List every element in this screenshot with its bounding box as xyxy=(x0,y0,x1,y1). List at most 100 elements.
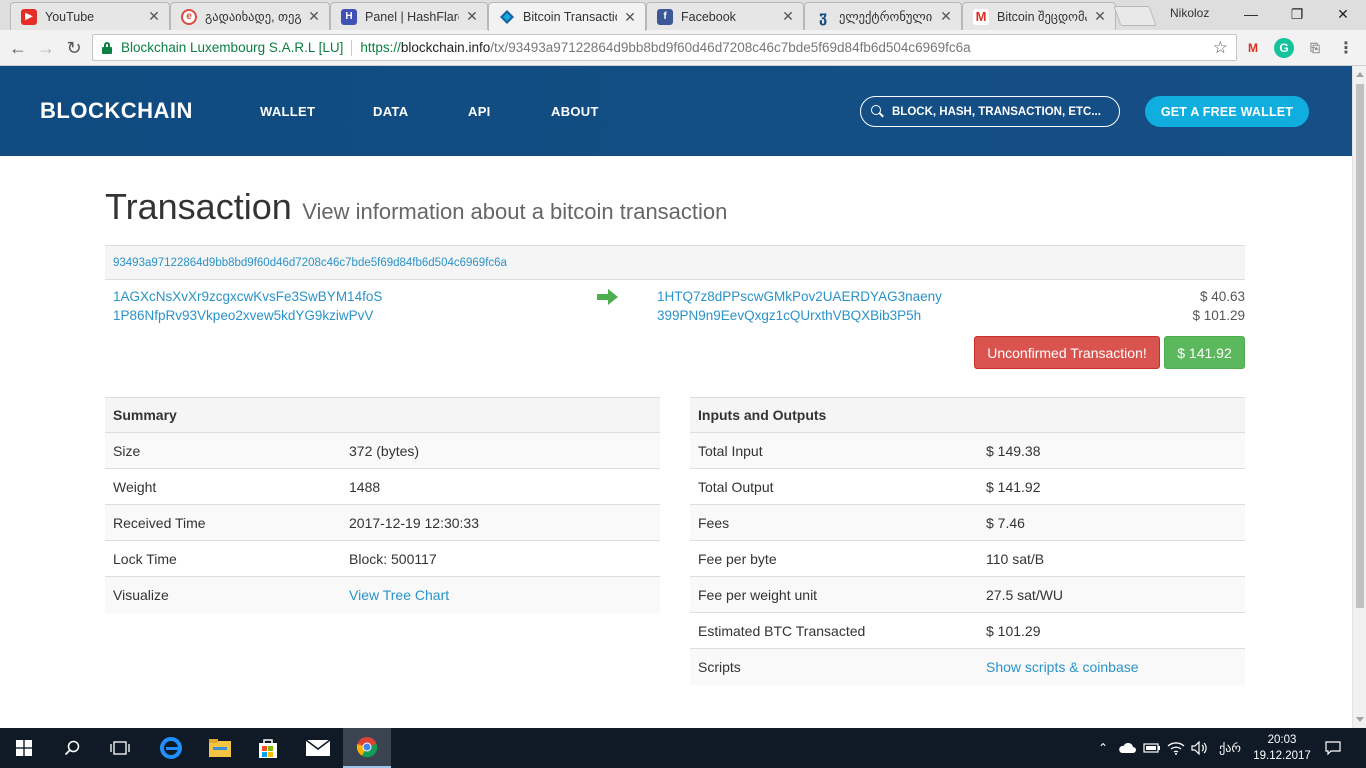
notifications-icon[interactable] xyxy=(1320,728,1346,768)
io-value: $ 149.38 xyxy=(986,442,1041,459)
pdf-extension-icon[interactable]: ⎘ xyxy=(1305,38,1325,58)
tab-label: Panel | HashFlare ( xyxy=(365,9,459,24)
io-value: 27.5 sat/WU xyxy=(986,586,1064,603)
scroll-down-icon[interactable] xyxy=(1356,717,1364,722)
window-close-icon[interactable]: ✕ xyxy=(1320,0,1366,28)
search-engine-icon: e xyxy=(181,8,197,25)
tab-gmail[interactable]: M Bitcoin შეცდომა ✕ xyxy=(962,2,1116,30)
reload-icon[interactable]: ↻ xyxy=(62,36,86,60)
page-title: Transaction View information about a bit… xyxy=(105,186,727,228)
scroll-up-icon[interactable] xyxy=(1356,72,1364,77)
bookmark-star-icon[interactable]: ☆ xyxy=(1213,38,1228,58)
transaction-box: 93493a97122864d9bb8bd9f60d46d7208c46c7bd… xyxy=(105,245,1245,390)
address-bar[interactable]: Blockchain Luxembourg S.A.R.L [LU] https… xyxy=(92,34,1237,61)
tab-facebook[interactable]: f Facebook ✕ xyxy=(646,2,804,30)
summary-key: Lock Time xyxy=(113,550,177,567)
total-amount-button[interactable]: $ 141.92 xyxy=(1164,336,1245,369)
close-icon[interactable]: ✕ xyxy=(623,9,637,26)
browser-toolbar: ← → ↻ Blockchain Luxembourg S.A.R.L [LU]… xyxy=(0,30,1366,66)
search-input[interactable] xyxy=(892,105,1102,118)
store-icon[interactable] xyxy=(244,728,292,768)
table-row: Visualize View Tree Chart xyxy=(105,577,660,613)
chrome-taskbar-icon[interactable] xyxy=(343,728,391,768)
battery-icon[interactable] xyxy=(1142,728,1162,768)
output-address[interactable]: 1HTQ7z8dPPscwGMkPov2UAERDYAG3naeny xyxy=(657,289,942,304)
io-value: $ 7.46 xyxy=(986,514,1025,531)
transaction-hash-link[interactable]: 93493a97122864d9bb8bd9f60d46d7208c46c7bd… xyxy=(113,257,507,269)
tab-bitcoin-transaction[interactable]: Bitcoin Transactio ✕ xyxy=(488,2,646,31)
nav-data[interactable]: DATA xyxy=(373,104,408,119)
summary-value: 1488 xyxy=(349,478,381,495)
close-icon[interactable]: ✕ xyxy=(781,8,795,25)
tab-hashflare[interactable]: H Panel | HashFlare ( ✕ xyxy=(330,2,488,30)
search-icon[interactable] xyxy=(48,728,96,768)
table-row: Weight 1488 xyxy=(105,469,660,505)
io-heading: Inputs and Outputs xyxy=(690,397,1245,433)
summary-heading: Summary xyxy=(105,397,660,433)
profile-name[interactable]: Nikoloz xyxy=(1170,6,1209,20)
tab-search[interactable]: e გადაიხადე, თეგ ✕ xyxy=(170,2,330,30)
mail-icon[interactable] xyxy=(294,728,342,768)
nav-api[interactable]: API xyxy=(468,104,491,119)
clock-date: 19.12.2017 xyxy=(1253,750,1311,762)
io-key: Total Output xyxy=(698,478,774,495)
windows-start-icon[interactable] xyxy=(0,728,48,768)
page-title-main: Transaction xyxy=(105,186,292,227)
input-address[interactable]: 1AGXcNsXvXr9zcgxcwKvsFe3SwBYM14foS xyxy=(113,289,382,304)
io-key: Total Input xyxy=(698,442,763,459)
io-value: $ 101.29 xyxy=(986,622,1041,639)
summary-key: Visualize xyxy=(113,587,169,603)
file-explorer-icon[interactable] xyxy=(196,728,244,768)
show-scripts-link[interactable]: Show scripts & coinbase xyxy=(986,659,1139,675)
edge-browser-icon[interactable] xyxy=(147,728,195,768)
output-amount: $ 101.29 xyxy=(1192,308,1245,323)
minimize-icon[interactable]: — xyxy=(1228,0,1274,28)
get-free-wallet-button[interactable]: GET A FREE WALLET xyxy=(1145,96,1309,127)
table-row: Scripts Show scripts & coinbase xyxy=(690,649,1245,685)
summary-value: 2017-12-19 12:30:33 xyxy=(349,514,479,531)
tray-chevron-up-icon[interactable]: ⌃ xyxy=(1095,728,1111,768)
system-clock[interactable]: 20:03 19.12.2017 xyxy=(1252,732,1312,764)
nav-about[interactable]: ABOUT xyxy=(551,104,599,119)
site-logo[interactable]: BLOCKCHAIN xyxy=(40,98,193,124)
url-path: /tx/93493a97122864d9bb8bd9f60d46d7208c46… xyxy=(490,40,971,55)
input-language[interactable]: ქარ xyxy=(1214,728,1246,768)
nav-wallet[interactable]: WALLET xyxy=(260,104,315,119)
task-view-icon[interactable] xyxy=(96,728,144,768)
io-key: Fees xyxy=(698,514,730,531)
close-icon[interactable]: ✕ xyxy=(465,8,479,25)
summary-value: 372 (bytes) xyxy=(349,442,420,459)
site-header: BLOCKCHAIN WALLET DATA API ABOUT GET A F… xyxy=(0,66,1352,156)
input-address[interactable]: 1P86NfpRv93Vkpeo2xvew5kdYG9kziwPvV xyxy=(113,308,373,323)
io-value: $ 141.92 xyxy=(986,478,1041,495)
restore-icon[interactable]: ❐ xyxy=(1274,0,1320,28)
blockchain-icon xyxy=(499,9,515,25)
tab-label: ელექტრონული xyxy=(839,10,933,24)
onedrive-cloud-icon[interactable] xyxy=(1117,728,1137,768)
tab-youtube[interactable]: ▶ YouTube ✕ xyxy=(10,2,170,30)
volume-icon[interactable] xyxy=(1190,728,1210,768)
back-arrow-icon[interactable]: ← xyxy=(6,36,30,60)
close-icon[interactable]: ✕ xyxy=(307,8,321,25)
windows-taskbar: ⌃ ქარ 20:03 19.12.2017 xyxy=(0,728,1366,768)
page-subtitle: View information about a bitcoin transac… xyxy=(302,199,728,224)
arrow-right-icon xyxy=(597,289,619,305)
chrome-menu-icon[interactable]: ⋮ xyxy=(1336,38,1356,58)
table-row: Received Time 2017-12-19 12:30:33 xyxy=(105,505,660,541)
scrollbar-thumb[interactable] xyxy=(1356,84,1364,608)
output-address[interactable]: 399PN9n9EevQxgz1cQUrxthVBQXBib3P5h xyxy=(657,308,921,323)
tab-gov-services[interactable]: ჳ ელექტრონული ✕ xyxy=(804,2,962,30)
forward-arrow-icon[interactable]: → xyxy=(34,36,58,60)
unconfirmed-transaction-button[interactable]: Unconfirmed Transaction! xyxy=(974,336,1160,369)
view-tree-chart-link[interactable]: View Tree Chart xyxy=(349,587,449,603)
wifi-icon[interactable] xyxy=(1166,728,1186,768)
site-search[interactable] xyxy=(860,96,1120,127)
new-tab-button[interactable] xyxy=(1113,6,1157,26)
close-icon[interactable]: ✕ xyxy=(939,8,953,25)
page-content: Transaction View information about a bit… xyxy=(0,156,1352,728)
gmail-extension-icon[interactable]: M xyxy=(1243,38,1263,58)
page-scrollbar[interactable] xyxy=(1352,66,1366,728)
grammarly-icon[interactable]: G xyxy=(1274,38,1294,58)
close-icon[interactable]: ✕ xyxy=(147,8,161,25)
close-icon[interactable]: ✕ xyxy=(1093,8,1107,25)
